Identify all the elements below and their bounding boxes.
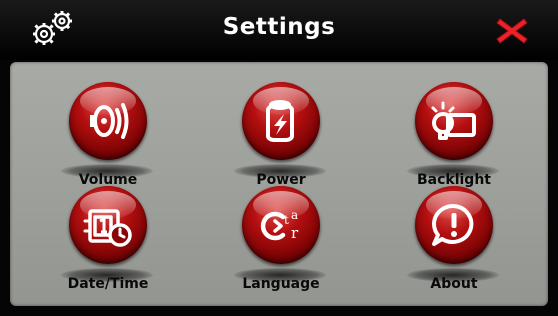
page-title: Settings bbox=[222, 14, 336, 40]
svg-text:a: a bbox=[291, 208, 298, 222]
gears-icon bbox=[33, 11, 72, 45]
date-time-button[interactable]: Date/Time bbox=[48, 186, 168, 302]
backlight-orb bbox=[415, 82, 493, 160]
speaker-icon bbox=[90, 103, 129, 139]
title-bar: Settings bbox=[0, 0, 558, 60]
svg-text:t: t bbox=[284, 213, 289, 227]
backlight-button[interactable]: Backlight bbox=[394, 82, 514, 198]
about-orb bbox=[415, 186, 493, 264]
language-icon: t a r bbox=[260, 208, 299, 242]
settings-panel: Volume Power Backlight Date/Time t a r L… bbox=[10, 62, 548, 306]
calendar-clock-icon bbox=[83, 209, 132, 247]
about-button[interactable]: About bbox=[394, 186, 514, 302]
power-button[interactable]: Power bbox=[221, 82, 341, 198]
tile-label-date-time: Date/Time bbox=[67, 276, 149, 292]
date-time-orb bbox=[69, 186, 147, 264]
volume-orb bbox=[69, 82, 147, 160]
power-orb bbox=[242, 82, 320, 160]
tile-label-about: About bbox=[430, 276, 478, 292]
about-icon bbox=[432, 203, 474, 246]
volume-button[interactable]: Volume bbox=[48, 82, 168, 198]
close-icon[interactable] bbox=[496, 16, 528, 46]
svg-text:r: r bbox=[291, 224, 299, 242]
settings-screen: Settings Volume Power Backlight Date/Tim… bbox=[0, 0, 558, 316]
battery-icon bbox=[266, 100, 294, 142]
language-button[interactable]: t a r Language bbox=[221, 186, 341, 302]
tile-label-language: Language bbox=[242, 276, 320, 292]
backlight-icon bbox=[431, 101, 476, 140]
language-orb: t a r bbox=[242, 186, 320, 264]
